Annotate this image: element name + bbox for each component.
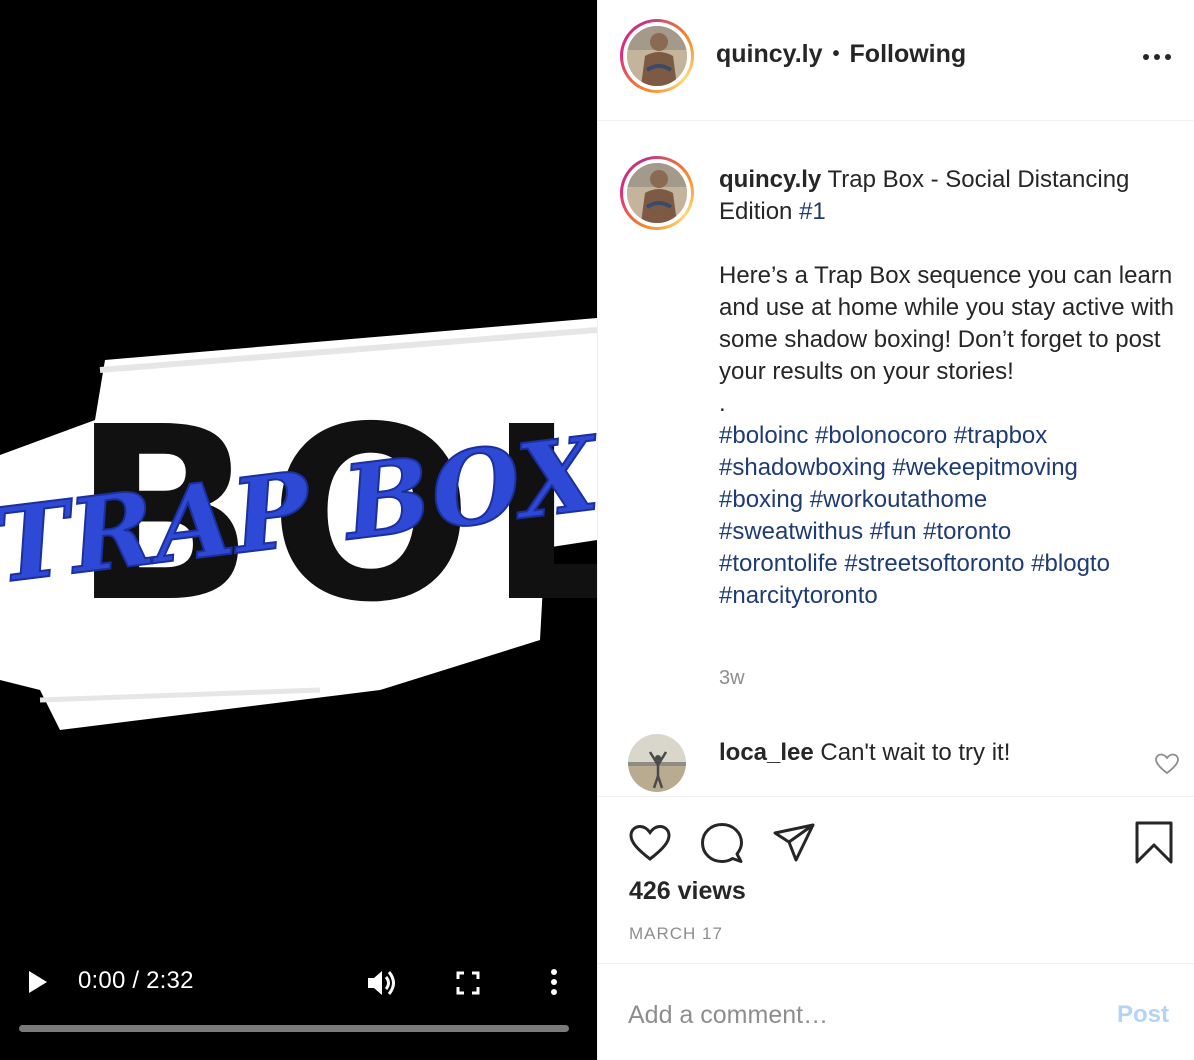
hashtag-link[interactable]: #narcitytoronto [719, 582, 878, 609]
play-icon [29, 971, 47, 993]
commenter-username[interactable]: loca_lee [719, 739, 814, 766]
hashtag-link[interactable]: #trapbox [954, 422, 1047, 449]
hashtag-link[interactable]: #workoutathome [810, 486, 987, 513]
add-comment-bar: Post [598, 965, 1194, 1060]
hashtag-link[interactable]: #wekeepitmoving [892, 454, 1077, 481]
hashtag-link[interactable]: #bolonocoro [815, 422, 947, 449]
more-vertical-icon [551, 969, 557, 995]
caption-author-avatar[interactable] [620, 156, 694, 230]
video-progress-bar[interactable] [19, 1025, 569, 1032]
video-player[interactable]: BOLO TRAP BOX 0:00 / 2:32 [0, 0, 597, 1060]
comment-text: loca_lee Can't wait to try it! [719, 738, 1010, 768]
hashtag-link[interactable]: #boloinc [719, 422, 808, 449]
comment-item: loca_lee Can't wait to try it! [598, 734, 1194, 795]
caption-timestamp[interactable]: 3w [719, 667, 745, 690]
like-button[interactable] [626, 819, 674, 867]
hashtag-link[interactable]: #sweatwithus [719, 518, 863, 545]
caption-body: Here’s a Trap Box sequence you can learn… [719, 262, 1174, 385]
comment-body: Can't wait to try it! [820, 739, 1011, 766]
volume-button[interactable] [362, 966, 402, 1000]
heart-icon [629, 824, 671, 861]
caption-title-line: quincy.ly Trap Box - Social Distancing E… [719, 164, 1185, 228]
post-actions: 426 views MARCH 17 [598, 796, 1194, 964]
comment-like-button[interactable] [1154, 752, 1180, 776]
play-button[interactable] [22, 966, 54, 998]
video-frame: BOLO TRAP BOX [0, 318, 597, 730]
video-controls: 0:00 / 2:32 [0, 950, 597, 1060]
caption-title-hashtag[interactable]: #1 [799, 198, 826, 225]
caption-hashtags: #boloinc #bolonocoro #trapbox #shadowbox… [719, 420, 1185, 612]
post-options-button[interactable] [1136, 40, 1180, 74]
share-icon [773, 823, 815, 862]
hashtag-link[interactable]: #streetsoftoronto [844, 550, 1024, 577]
hashtag-link[interactable]: #fun [870, 518, 917, 545]
hashtag-link[interactable]: #boxing [719, 486, 803, 513]
comments-scroll-area[interactable]: quincy.ly Trap Box - Social Distancing E… [598, 122, 1194, 795]
hashtag-link[interactable]: #torontolife [719, 550, 838, 577]
caption-spacer: . [719, 390, 726, 417]
comment-icon [701, 823, 743, 863]
post-comment-button[interactable]: Post [1117, 1001, 1169, 1029]
video-more-button[interactable] [538, 964, 570, 1000]
share-button[interactable] [770, 819, 818, 867]
commenter-avatar-image [628, 734, 686, 792]
commenter-avatar[interactable] [628, 734, 686, 792]
post-caption: quincy.ly Trap Box - Social Distancing E… [719, 164, 1185, 612]
post-side-panel: quincy.ly • Following quincy.ly Trap Box… [597, 0, 1194, 1060]
post-header: quincy.ly • Following [598, 0, 1194, 121]
heart-outline-icon [1155, 753, 1179, 775]
volume-icon [368, 971, 395, 995]
comment-input[interactable] [628, 997, 1088, 1033]
fullscreen-button[interactable] [450, 966, 486, 1000]
author-avatar[interactable] [620, 19, 694, 93]
header-separator: • [832, 43, 840, 65]
hashtag-link[interactable]: #shadowboxing [719, 454, 886, 481]
view-count[interactable]: 426 views [629, 877, 746, 906]
author-username[interactable]: quincy.ly [716, 40, 823, 69]
caption-username[interactable]: quincy.ly [719, 166, 821, 193]
save-button[interactable] [1130, 819, 1178, 867]
hashtag-link[interactable]: #toronto [923, 518, 1011, 545]
video-time: 0:00 / 2:32 [78, 967, 194, 994]
hashtag-link[interactable]: #blogto [1031, 550, 1110, 577]
comment-button[interactable] [698, 819, 746, 867]
fullscreen-icon [456, 971, 480, 995]
header-title: quincy.ly • Following [716, 40, 966, 69]
post-date[interactable]: MARCH 17 [629, 924, 723, 944]
caption-author-avatar-image [627, 163, 687, 223]
author-avatar-image [627, 26, 687, 86]
more-horizontal-icon [1143, 54, 1171, 60]
following-button[interactable]: Following [850, 40, 967, 69]
bookmark-icon [1135, 821, 1173, 864]
